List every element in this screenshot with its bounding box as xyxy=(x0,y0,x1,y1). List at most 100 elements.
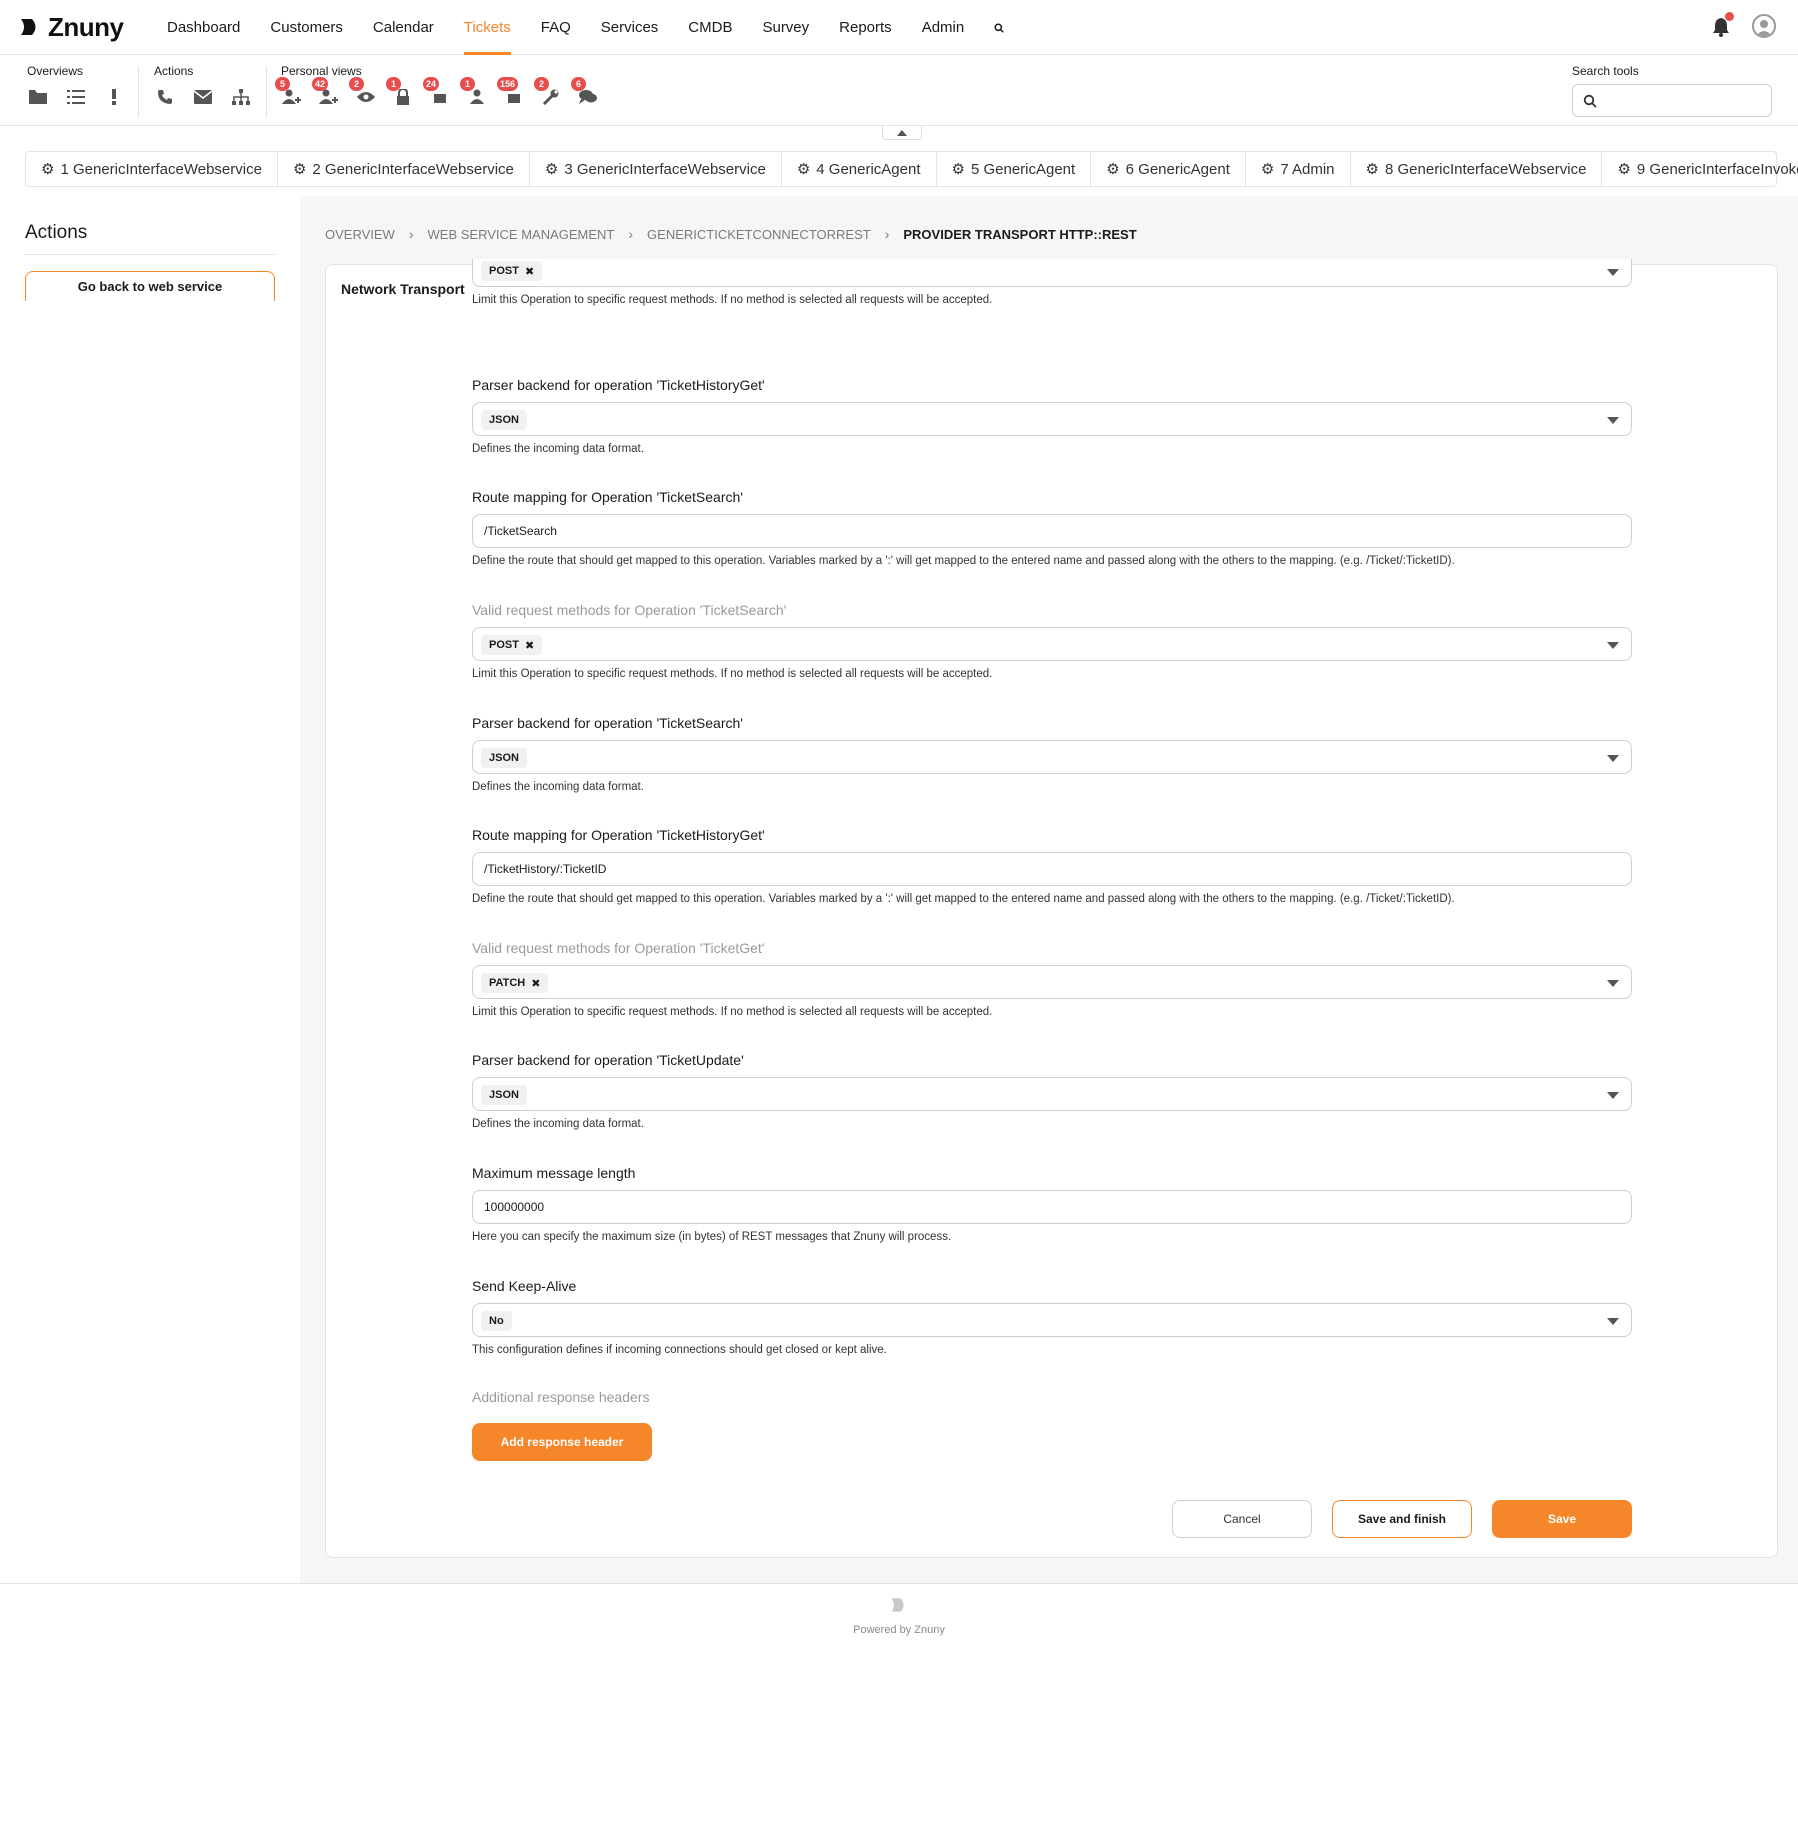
remove-chip-icon[interactable]: ✖ xyxy=(531,977,540,990)
method-chip[interactable]: POST ✖ xyxy=(481,635,543,655)
recent-tab[interactable]: ⚙ 2 GenericInterfaceWebservice xyxy=(278,152,530,186)
personal-views-label: Personal views xyxy=(281,64,362,78)
parser-backend-field: Parser backend for operation 'TicketHist… xyxy=(472,377,1632,455)
nav-calendar[interactable]: Calendar xyxy=(358,0,449,55)
recent-tab[interactable]: ⚙ 9 GenericInterfaceInvokerDefault xyxy=(1602,152,1798,186)
selected-value: JSON xyxy=(481,1085,527,1105)
process-ticket-icon[interactable] xyxy=(230,86,252,108)
keep-alive-select[interactable]: No xyxy=(472,1303,1632,1337)
route-input[interactable]: /TicketSearch xyxy=(472,514,1632,548)
toolbar: Overviews Actions Personal views 5 42 2 … xyxy=(0,56,1798,126)
toolbar-collapse-toggle[interactable] xyxy=(882,126,922,140)
nav-tickets[interactable]: Tickets xyxy=(449,0,526,55)
znuny-logo-icon xyxy=(21,19,36,35)
breadcrumb-web-service-management[interactable]: Web Service Management xyxy=(428,227,615,242)
recent-tab[interactable]: ⚙ 8 GenericInterfaceWebservice xyxy=(1351,152,1603,186)
email-ticket-icon[interactable] xyxy=(192,86,214,108)
recent-tab[interactable]: ⚙ 5 GenericAgent xyxy=(937,152,1092,186)
chip-label: PATCH xyxy=(489,977,526,989)
footer: Powered by Znuny xyxy=(0,1595,1798,1636)
input-value: 100000000 xyxy=(484,1200,545,1214)
methods-select[interactable]: PATCH ✖ xyxy=(472,965,1632,999)
gear-icon: ⚙ xyxy=(1365,161,1379,178)
top-navbar: Znuny Dashboard Customers Calendar Ticke… xyxy=(0,0,1798,55)
recent-tab-label: 1 GenericInterfaceWebservice xyxy=(60,160,262,178)
chevron-up-icon xyxy=(897,129,907,136)
locked-new-icon[interactable]: 24 xyxy=(423,77,451,108)
field-label: Parser backend for operation 'TicketSear… xyxy=(472,715,743,731)
folder-icon[interactable] xyxy=(27,86,49,108)
field-hint: Defines the incoming data format. xyxy=(472,781,644,793)
nav-admin[interactable]: Admin xyxy=(907,0,980,55)
methods-select[interactable]: POST ✖ xyxy=(472,627,1632,661)
route-input[interactable]: /TicketHistory/:TicketID xyxy=(472,852,1632,886)
badge-count: 6 xyxy=(571,77,586,91)
chip-label: POST xyxy=(489,265,519,277)
notification-dot xyxy=(1725,12,1734,21)
new-owner-icon[interactable]: 42 xyxy=(312,77,340,108)
route-mapping-field: Route mapping for Operation 'TicketHisto… xyxy=(472,827,1632,905)
znuny-logo[interactable]: Znuny xyxy=(18,12,124,42)
method-chip[interactable]: POST ✖ xyxy=(481,261,543,281)
nav-faq[interactable]: FAQ xyxy=(526,0,586,55)
recent-tab-label: 6 GenericAgent xyxy=(1125,160,1230,178)
nav-search-icon[interactable] xyxy=(979,0,1019,55)
parser-select[interactable]: JSON xyxy=(472,1077,1632,1111)
recent-tab[interactable]: ⚙ 6 GenericAgent xyxy=(1091,152,1246,186)
field-label: Send Keep-Alive xyxy=(472,1278,577,1294)
recent-tab[interactable]: ⚙ 1 GenericInterfaceWebservice xyxy=(26,152,278,186)
notification-bell-icon[interactable] xyxy=(1710,12,1734,38)
breadcrumb-current: Provider transport HTTP::REST xyxy=(903,226,1137,242)
new-responsible-icon[interactable]: 5 xyxy=(275,77,303,108)
main-nav: Dashboard Customers Calendar Tickets FAQ… xyxy=(152,0,1019,55)
powered-by-link[interactable]: Powered by Znuny xyxy=(0,1624,1798,1636)
recent-tab[interactable]: ⚙ 7 Admin xyxy=(1246,152,1351,186)
chip-label: POST xyxy=(489,639,519,651)
responsible-new-icon[interactable]: 156 xyxy=(497,77,525,108)
remove-chip-icon[interactable]: ✖ xyxy=(525,265,534,278)
methods-select[interactable]: POST ✖ xyxy=(472,259,1632,287)
divider xyxy=(25,254,275,255)
nav-reports[interactable]: Reports xyxy=(824,0,907,55)
recent-tab-label: 5 GenericAgent xyxy=(970,160,1076,178)
breadcrumb: Overview › Web Service Management › Gene… xyxy=(325,226,1137,242)
nav-survey[interactable]: Survey xyxy=(747,0,824,55)
parser-select[interactable]: JSON xyxy=(472,402,1632,436)
go-back-button[interactable]: Go back to web service xyxy=(25,271,275,301)
chevron-right-icon: › xyxy=(628,226,634,242)
znuny-logo-icon xyxy=(891,1598,904,1612)
parser-select[interactable]: JSON xyxy=(472,740,1632,774)
nav-dashboard[interactable]: Dashboard xyxy=(152,0,255,55)
save-and-finish-button[interactable]: Save and finish xyxy=(1332,1500,1472,1538)
valid-methods-field: POST ✖ Limit this Operation to specific r… xyxy=(472,259,1632,306)
watched-eye-icon[interactable]: 2 xyxy=(349,77,377,108)
breadcrumb-webservice[interactable]: GenericTicketConnectorREST xyxy=(647,227,871,242)
method-chip[interactable]: PATCH ✖ xyxy=(481,973,549,993)
user-avatar-icon[interactable] xyxy=(1752,14,1776,38)
recent-tab[interactable]: ⚙ 4 GenericAgent xyxy=(782,152,937,186)
search-input[interactable] xyxy=(1573,85,1771,116)
wrench-icon[interactable]: 2 xyxy=(534,77,562,108)
dropdown-caret-icon xyxy=(1607,642,1619,649)
remove-chip-icon[interactable]: ✖ xyxy=(525,639,534,652)
recent-tab[interactable]: ⚙ 3 GenericInterfaceWebservice xyxy=(530,152,782,186)
cancel-button[interactable]: Cancel xyxy=(1172,1500,1312,1538)
panel-title: Network Transport xyxy=(341,281,465,297)
badge-count: 24 xyxy=(423,77,440,91)
nav-customers[interactable]: Customers xyxy=(255,0,358,55)
nav-services[interactable]: Services xyxy=(586,0,674,55)
actions-group: Actions xyxy=(154,64,252,110)
field-hint: Defines the incoming data format. xyxy=(472,1118,644,1130)
phone-ticket-icon[interactable] xyxy=(154,86,176,108)
queue-list-icon[interactable] xyxy=(65,86,87,108)
locked-icon[interactable]: 1 xyxy=(386,77,414,108)
escalation-exclamation-icon[interactable] xyxy=(103,86,125,108)
breadcrumb-overview[interactable]: Overview xyxy=(325,227,395,242)
max-length-input[interactable]: 100000000 xyxy=(472,1190,1632,1224)
add-response-header-button[interactable]: Add response header xyxy=(472,1423,652,1461)
nav-cmdb[interactable]: CMDB xyxy=(673,0,747,55)
chat-bubble-icon[interactable]: 6 xyxy=(571,77,599,108)
save-button[interactable]: Save xyxy=(1492,1500,1632,1538)
responsible-icon[interactable]: 1 xyxy=(460,77,488,108)
field-hint: Defines the incoming data format. xyxy=(472,443,644,455)
